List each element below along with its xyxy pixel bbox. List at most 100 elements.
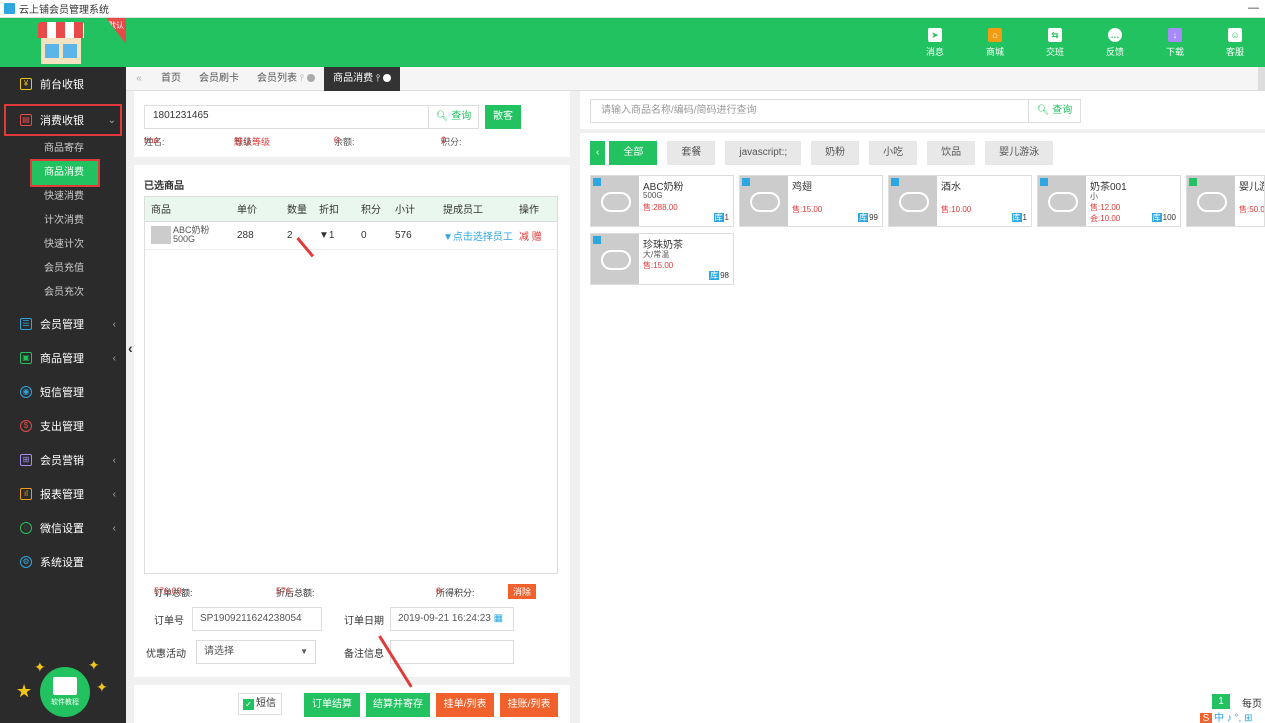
gift-icon: ⊞ xyxy=(20,454,32,466)
ime-toolbar[interactable]: S中 ♪ °, ⊞ xyxy=(1200,709,1265,723)
double-chevron-left-icon[interactable]: « xyxy=(126,73,152,84)
discount-select[interactable]: ▼1 xyxy=(313,221,355,250)
order-number-field[interactable]: SP1909211624238054 xyxy=(192,607,322,631)
member-search-input[interactable]: 1801231465 xyxy=(144,105,429,129)
page-number[interactable]: 1 xyxy=(1212,694,1230,710)
category-prev-icon[interactable]: ‹ xyxy=(590,141,606,165)
category-drinks[interactable]: 饮品 xyxy=(927,141,976,165)
tab-goods-consume[interactable]: 商品消费 ⫯ xyxy=(324,66,401,91)
subitem-goods-consume[interactable]: 商品消费 xyxy=(30,159,100,187)
unit-price: 288 xyxy=(231,221,281,250)
staff-select[interactable]: ▼点击选择员工 xyxy=(437,221,513,250)
hang-order-button[interactable]: 挂单/列表 xyxy=(436,693,494,717)
member-query-button[interactable]: 🔍︎ 查询 xyxy=(429,105,479,129)
sidebar-item-marketing[interactable]: ⊞ 会员营销 ‹ xyxy=(0,443,126,477)
sidebar-item-settings[interactable]: ⚙ 系统设置 xyxy=(0,545,126,579)
top-header: 默认 ➤ 消息 ⌂ 商城 ⇆ 交班 … 反馈 ↓ 下载 ☺ 客服 xyxy=(0,18,1265,67)
selected-title: 已选商品 xyxy=(144,181,184,192)
tab-member-card[interactable]: 会员刷卡 xyxy=(190,67,248,91)
sidebar-item-goods[interactable]: ▣ 商品管理 ‹ xyxy=(0,341,126,375)
search-icon: 🔍︎ xyxy=(1036,105,1050,116)
chat-icon: … xyxy=(1108,27,1122,42)
category-javascript[interactable]: javascript:; xyxy=(725,141,802,165)
top-nav: ➤ 消息 ⌂ 商城 ⇆ 交班 … 反馈 ↓ 下载 ☺ 客服 xyxy=(905,18,1265,67)
order-date-field[interactable]: 2019-09-21 16:24:23 ▦ xyxy=(390,607,514,631)
tab-home[interactable]: 首页 xyxy=(152,67,190,91)
category-all[interactable]: 全部 xyxy=(609,141,658,165)
sms-checkbox[interactable]: ✓ 短信 xyxy=(238,693,282,715)
collapse-chevron-icon[interactable]: ‹ xyxy=(128,340,133,356)
category-milk-powder[interactable]: 奶粉 xyxy=(811,141,860,165)
sidebar-item-wechat[interactable]: ◌ 微信设置 ‹ xyxy=(0,511,126,545)
nav-mall[interactable]: ⌂ 商城 xyxy=(965,18,1025,67)
order-summary: 订单总额: 576.00 折后总额: 576 所得积分: 0 消除 xyxy=(154,584,554,600)
sidebar-item-consume-cashier[interactable]: ▤ 消费收银 ⌄ xyxy=(3,103,123,137)
book-icon xyxy=(53,677,77,695)
discounted-total: 576 xyxy=(276,586,292,596)
chevron-left-icon: ‹ xyxy=(112,352,116,364)
subitem-member-times[interactable]: 会员充次 xyxy=(0,281,126,305)
tag-icon xyxy=(742,178,750,186)
sidebar-item-members[interactable]: ☰ 会员管理 ‹ xyxy=(0,307,126,341)
clear-button[interactable]: 消除 xyxy=(508,584,537,599)
paper-plane-icon: ➤ xyxy=(928,27,942,42)
close-icon[interactable] xyxy=(383,73,392,82)
category-baby-swim[interactable]: 婴儿游泳 xyxy=(985,141,1054,165)
subitem-goods-storage[interactable]: 商品寄存 xyxy=(0,137,126,161)
gift-link[interactable]: 赠 xyxy=(532,232,542,243)
close-icon[interactable] xyxy=(307,73,316,82)
goods-icon: ▣ xyxy=(20,352,32,364)
scrollbar[interactable] xyxy=(1258,67,1265,91)
search-icon: 🔍︎ xyxy=(435,111,449,122)
checkout-store-button[interactable]: 结算并寄存 xyxy=(366,693,430,717)
tab-bar: « 首页 会员刷卡 会员列表 ⫯ 商品消费 ⫯ xyxy=(126,66,1265,91)
walkin-button[interactable]: 散客 xyxy=(485,105,521,129)
order-total: 576.00 xyxy=(154,586,182,596)
chevron-left-icon: ‹ xyxy=(112,488,116,500)
cart-icon: ▤ xyxy=(20,114,32,126)
minimize-button[interactable]: — xyxy=(1248,2,1259,14)
qty-field[interactable]: 2 xyxy=(281,221,313,250)
product-search-input[interactable]: 请输入商品名称/编码/简码进行查询 xyxy=(590,99,1029,123)
nav-shift[interactable]: ⇆ 交班 xyxy=(1025,18,1085,67)
category-combo[interactable]: 套餐 xyxy=(667,141,716,165)
category-snacks[interactable]: 小吃 xyxy=(869,141,918,165)
tag-icon xyxy=(593,178,601,186)
order-row: 订单号 SP1909211624238054 订单日期 2019-09-21 1… xyxy=(144,607,564,633)
member-points: 0 xyxy=(441,135,447,145)
product-card[interactable]: ABC奶粉 500G 售:288.00 库1 xyxy=(590,175,734,227)
tutorial-button[interactable]: 软件教程 xyxy=(40,667,90,717)
product-query-button[interactable]: 🔍︎ 查询 xyxy=(1029,99,1081,123)
tag-icon xyxy=(1040,178,1048,186)
reduce-link[interactable]: 减 xyxy=(519,232,529,243)
selected-goods-table: 商品 单价 数量 折扣 积分 小计 提成员工 操作 ABC奶粉 500G 288 … xyxy=(144,196,558,574)
subitem-count-consume[interactable]: 计次消费 xyxy=(0,209,126,233)
star-icon: ★ xyxy=(16,681,33,701)
product-card[interactable]: 婴儿游售:50.0 xyxy=(1186,175,1265,227)
nav-feedback[interactable]: … 反馈 xyxy=(1085,18,1145,67)
points-value: 0 xyxy=(355,221,389,250)
star-icon: ✦ xyxy=(34,659,46,675)
sidebar-item-expense[interactable]: $ 支出管理 xyxy=(0,409,126,443)
sidebar-item-reports[interactable]: ıl 报表管理 ‹ xyxy=(0,477,126,511)
nav-download[interactable]: ↓ 下载 xyxy=(1145,18,1205,67)
wechat-icon: ◌ xyxy=(20,522,32,534)
product-card[interactable]: 珍珠奶茶 大/常温 售:15.00 库 98 xyxy=(590,233,734,285)
product-card[interactable]: 酒水 售:10.00 库1 xyxy=(888,175,1032,227)
credit-list-button[interactable]: 挂账/列表 xyxy=(500,693,558,717)
sidebar-item-sms[interactable]: ◉ 短信管理 xyxy=(0,375,126,409)
tag-icon xyxy=(1189,178,1197,186)
product-card[interactable]: 鸡翅 售:15.00 库 99 xyxy=(739,175,883,227)
members-icon: ☰ xyxy=(20,318,32,330)
checkout-button[interactable]: 订单结算 xyxy=(304,693,360,717)
nav-messages[interactable]: ➤ 消息 xyxy=(905,18,965,67)
sidebar-item-front-cashier[interactable]: ¥ 前台收银 xyxy=(0,67,126,101)
subitem-member-recharge[interactable]: 会员充值 xyxy=(0,257,126,281)
subitem-quick-count[interactable]: 快速计次 xyxy=(0,233,126,257)
tab-member-list[interactable]: 会员列表 ⫯ xyxy=(248,67,324,91)
nav-service[interactable]: ☺ 客服 xyxy=(1205,18,1265,67)
remark-input[interactable] xyxy=(390,640,514,664)
subitem-quick-consume[interactable]: 快速消费 xyxy=(0,185,126,209)
promo-select[interactable]: 请选择 ▼ xyxy=(196,640,316,664)
product-card[interactable]: 奶茶001 小售:12.00 会:10.00 库 100 xyxy=(1037,175,1181,227)
